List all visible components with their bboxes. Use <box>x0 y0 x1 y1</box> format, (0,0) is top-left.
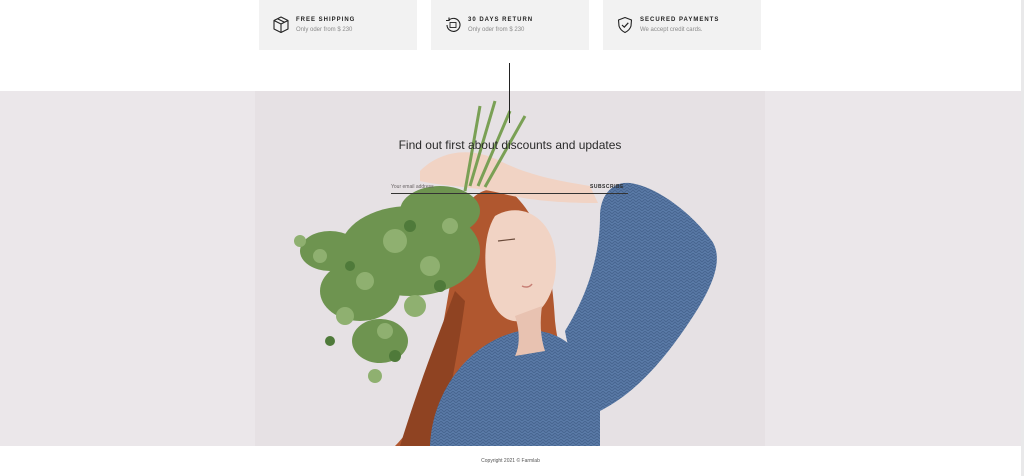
feature-secured-payments: SECURED PAYMENTS We accept credit cards. <box>603 0 761 50</box>
subscribe-button[interactable]: SUBSCRIBE <box>590 182 624 192</box>
feature-title: SECURED PAYMENTS <box>640 17 720 23</box>
footer: Copyright 2021 © Farmlab <box>0 446 1021 476</box>
features-bar: FREE SHIPPING Only oder from $ 230 30 DA… <box>259 0 761 50</box>
return-icon <box>446 17 461 32</box>
feature-subtitle: We accept credit cards. <box>640 27 703 33</box>
feature-subtitle: Only oder from $ 230 <box>296 27 353 33</box>
feature-free-shipping: FREE SHIPPING Only oder from $ 230 <box>259 0 417 50</box>
decorative-vertical-line <box>509 63 510 123</box>
shield-check-icon <box>617 16 633 34</box>
newsletter-headline: Find out first about discounts and updat… <box>398 138 622 152</box>
feature-subtitle: Only oder from $ 230 <box>468 27 525 33</box>
newsletter-section: Find out first about discounts and updat… <box>0 91 1021 446</box>
feature-title: FREE SHIPPING <box>296 17 356 23</box>
email-field-underline <box>391 193 628 194</box>
email-field[interactable] <box>391 182 511 192</box>
feature-title: 30 DAYS RETURN <box>468 17 534 23</box>
feature-30-days-return: 30 DAYS RETURN Only oder from $ 230 <box>431 0 589 50</box>
box-icon <box>273 16 289 34</box>
copyright-text: Copyright 2021 © Farmlab <box>481 458 540 464</box>
